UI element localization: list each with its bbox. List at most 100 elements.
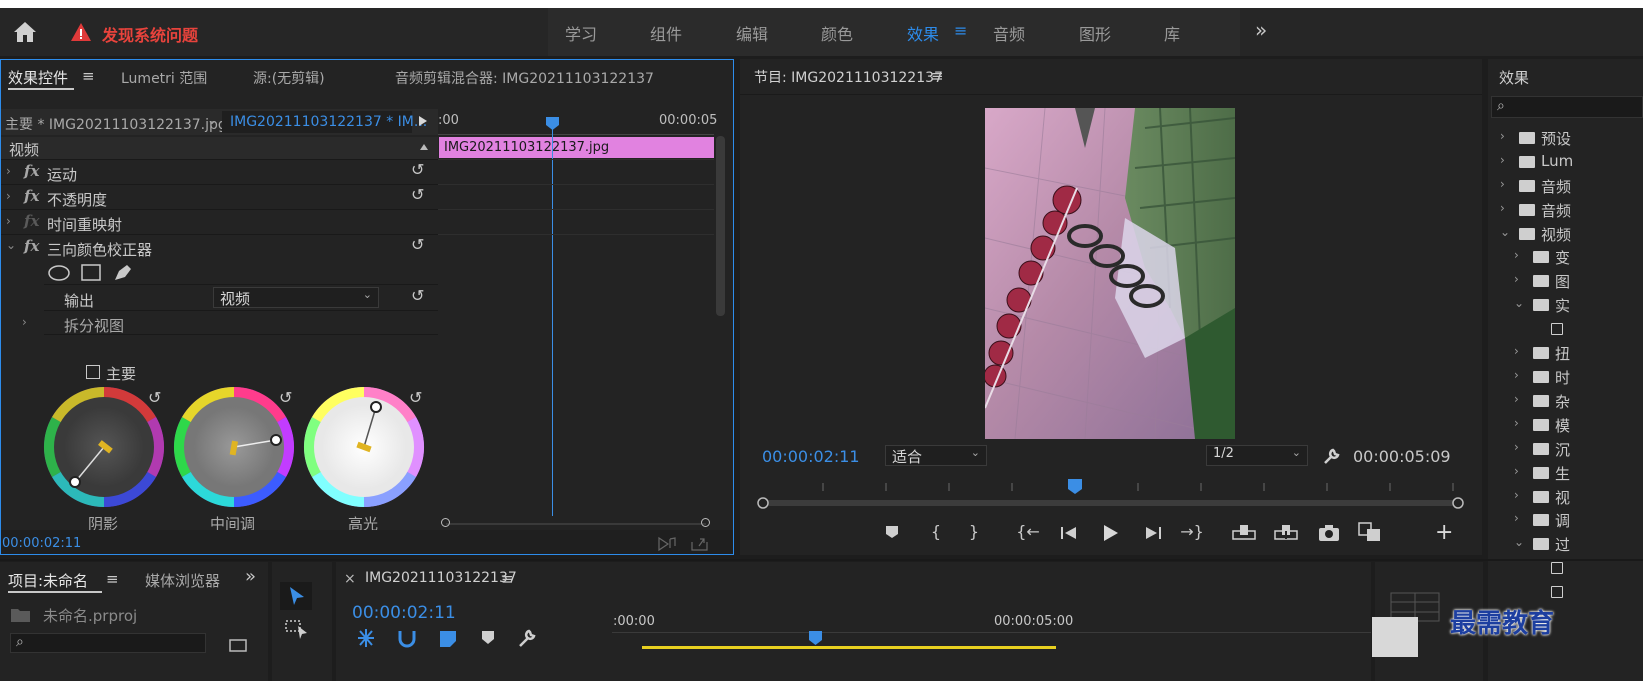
- fx-icon[interactable]: fx: [24, 187, 39, 205]
- fx-icon[interactable]: fx: [24, 162, 39, 180]
- reset-icon[interactable]: ↺: [411, 286, 424, 305]
- tab-project[interactable]: 项目:未命名: [8, 570, 88, 591]
- effects-tree-item[interactable]: ⌄ 视频: [1497, 223, 1643, 245]
- effect-time-remap[interactable]: 时间重映射: [47, 214, 122, 235]
- expand-chevron-icon[interactable]: ›: [1514, 416, 1519, 430]
- project-menu-icon[interactable]: ≡: [106, 570, 119, 588]
- split-view-label[interactable]: 拆分视图: [64, 315, 124, 336]
- fx-icon[interactable]: fx: [24, 237, 39, 255]
- expand-chevron-icon[interactable]: ›: [6, 189, 11, 203]
- expand-chevron-icon[interactable]: ›: [1514, 344, 1519, 358]
- wrench-icon[interactable]: [1322, 446, 1342, 466]
- ec-scroll-handle-right[interactable]: [701, 518, 710, 527]
- expand-chevron-icon[interactable]: ›: [1514, 392, 1519, 406]
- effects-tree-item[interactable]: ⌄ 过: [1497, 533, 1643, 555]
- effects-tree-item[interactable]: › Lum: [1497, 151, 1643, 173]
- mark-in-icon[interactable]: {: [924, 522, 948, 541]
- wrench-icon[interactable]: [518, 627, 538, 649]
- ec-horizontal-scrollbar[interactable]: [446, 523, 706, 525]
- effects-tree-item[interactable]: › 扭: [1497, 342, 1643, 364]
- tab-lumetri-scopes[interactable]: Lumetri 范围: [121, 68, 207, 88]
- expand-chevron-icon[interactable]: ›: [6, 214, 11, 228]
- expand-chevron-icon[interactable]: ›: [6, 164, 11, 178]
- expand-chevron-icon[interactable]: ›: [22, 315, 27, 329]
- ec-vertical-scrollbar[interactable]: [716, 136, 725, 316]
- tab-effect-controls[interactable]: 效果控件: [8, 67, 68, 88]
- expand-chevron-icon[interactable]: ›: [1500, 153, 1505, 167]
- output-dropdown[interactable]: 视频 ⌄: [213, 287, 379, 308]
- timeline-menu-icon[interactable]: ≡: [501, 570, 514, 588]
- snap-icon[interactable]: [356, 627, 376, 649]
- export-icon[interactable]: [690, 536, 710, 552]
- effect-motion[interactable]: 运动: [47, 164, 77, 185]
- ec-playhead-handle[interactable]: [545, 116, 560, 131]
- expand-chevron-icon[interactable]: ›: [1514, 488, 1519, 502]
- linked-selection-icon[interactable]: [436, 627, 456, 649]
- pen-mask-icon[interactable]: [112, 263, 134, 283]
- effects-search-input[interactable]: [1491, 96, 1643, 118]
- step-back-icon[interactable]: [1060, 525, 1078, 541]
- extract-icon[interactable]: [1274, 523, 1298, 541]
- effect-opacity[interactable]: 不透明度: [47, 189, 107, 210]
- alert-text[interactable]: 发现系统问题: [102, 22, 198, 46]
- comparison-view-icon[interactable]: [1358, 522, 1382, 542]
- warning-icon[interactable]: [70, 22, 92, 42]
- effects-tree-item[interactable]: › 生: [1497, 462, 1643, 484]
- go-to-in-icon[interactable]: {←: [1016, 522, 1040, 541]
- reset-icon[interactable]: ↺: [279, 388, 292, 407]
- step-forward-icon[interactable]: [1144, 525, 1162, 541]
- effects-panel-title[interactable]: 效果: [1499, 67, 1529, 88]
- expand-chevron-icon[interactable]: ›: [1514, 464, 1519, 478]
- effects-tree-item[interactable]: [1497, 581, 1643, 603]
- collapse-chevron-icon[interactable]: ⌄: [6, 238, 16, 252]
- expand-chevron-icon[interactable]: ›: [1500, 177, 1505, 191]
- effects-tree-item[interactable]: ⌄ 实: [1497, 294, 1643, 316]
- fit-dropdown[interactable]: 适合 ⌄: [885, 445, 987, 466]
- ec-timecode[interactable]: 00:00:02:11: [2, 536, 81, 551]
- tab-effects[interactable]: 效果: [907, 21, 939, 45]
- lift-icon[interactable]: [1232, 523, 1256, 541]
- mark-out-icon[interactable]: }: [962, 522, 986, 541]
- shadows-wheel[interactable]: [43, 387, 165, 507]
- program-scrub-bar[interactable]: [755, 477, 1467, 511]
- reset-icon[interactable]: ↺: [409, 388, 422, 407]
- effects-tree-item[interactable]: › 音频: [1497, 175, 1643, 197]
- master-clip-label[interactable]: 主要 * IMG20211103122137.jpg: [5, 114, 227, 134]
- timeline-playhead[interactable]: [808, 630, 823, 646]
- go-to-out-icon[interactable]: →}: [1180, 522, 1204, 541]
- magnet-icon[interactable]: [396, 627, 416, 649]
- chevron-down-icon[interactable]: ⌄: [207, 113, 217, 127]
- expand-chevron-icon[interactable]: ›: [1514, 440, 1519, 454]
- effects-tree-item[interactable]: › 时: [1497, 366, 1643, 388]
- expand-chevron-icon[interactable]: ›: [1500, 201, 1505, 215]
- tab-color[interactable]: 颜色: [821, 21, 853, 45]
- sequence-clip-label[interactable]: IMG20211103122137 * IM...: [230, 114, 427, 130]
- collapse-up-icon[interactable]: [419, 143, 429, 151]
- expand-chevron-icon[interactable]: ›: [1514, 248, 1519, 262]
- collapse-chevron-icon[interactable]: ⌄: [1514, 535, 1524, 549]
- work-area-bar[interactable]: [642, 646, 1056, 649]
- tab-effects-menu-icon[interactable]: ≡: [954, 21, 967, 40]
- camera-icon[interactable]: [1318, 524, 1340, 542]
- ellipse-mask-icon[interactable]: [47, 263, 71, 283]
- close-icon[interactable]: ×: [344, 571, 356, 587]
- tab-libraries[interactable]: 库: [1164, 21, 1180, 45]
- program-monitor-title[interactable]: 节目: IMG20211103122137: [754, 67, 943, 87]
- more-panels-icon[interactable]: »: [245, 566, 256, 587]
- master-checkbox[interactable]: [86, 365, 100, 379]
- expand-chevron-icon[interactable]: ›: [1514, 272, 1519, 286]
- rectangle-mask-icon[interactable]: [80, 263, 102, 283]
- tab-editing[interactable]: 编辑: [736, 21, 768, 45]
- ec-scroll-handle-left[interactable]: [441, 518, 450, 527]
- effects-tree-item[interactable]: › 图: [1497, 270, 1643, 292]
- more-workspaces-icon[interactable]: »: [1255, 18, 1267, 42]
- effects-tree-item[interactable]: › 沉: [1497, 438, 1643, 460]
- play-audio-icon[interactable]: [658, 536, 678, 552]
- effects-tree-item[interactable]: › 变: [1497, 246, 1643, 268]
- effects-tree-item[interactable]: [1497, 318, 1643, 340]
- effects-tree-item[interactable]: › 预设: [1497, 127, 1643, 149]
- tab-learn[interactable]: 学习: [565, 21, 597, 45]
- play-triangle-icon[interactable]: [418, 115, 428, 127]
- play-icon[interactable]: [1101, 523, 1119, 543]
- timeline-title[interactable]: IMG20211103122137: [365, 570, 517, 586]
